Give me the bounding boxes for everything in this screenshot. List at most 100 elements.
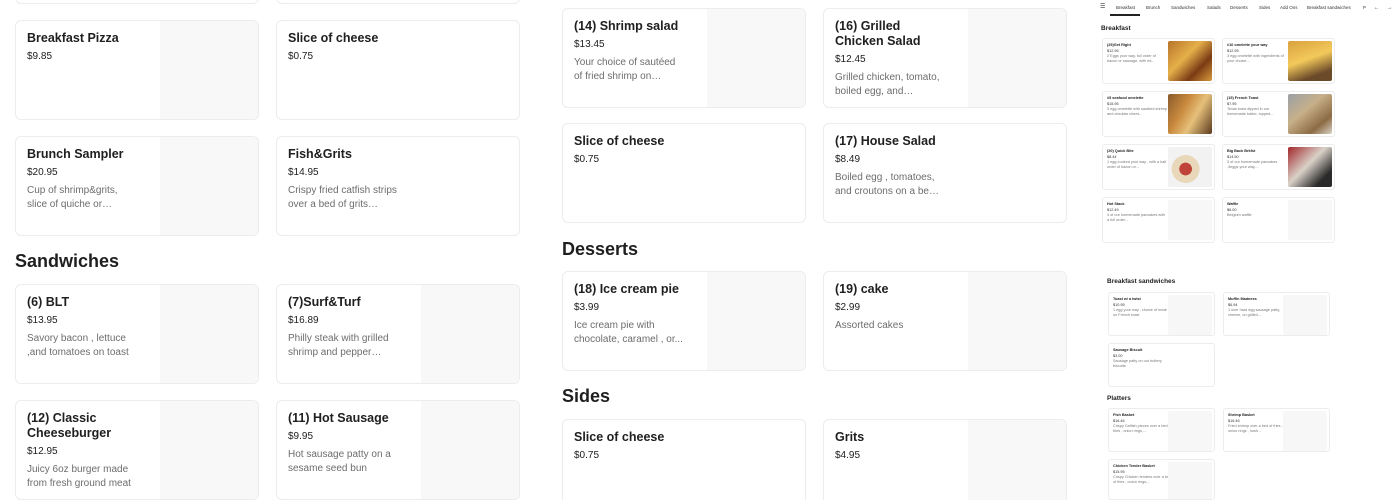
menu-item-card[interactable]: Slice of cheese $0.75: [562, 123, 806, 223]
item-image: [968, 9, 1066, 107]
menu-item-card[interactable]: Hot Stack $12.49 4 of our homemade pancake…: [1102, 197, 1215, 243]
item-image: [1288, 147, 1332, 187]
item-image: [1168, 94, 1212, 134]
item-title: Hot Stack: [1107, 202, 1125, 206]
item-price: $14.95: [288, 167, 319, 178]
menu-item-card[interactable]: Chicken Tender Basket $15.95 Crispy Chicke…: [1108, 459, 1215, 500]
menu-item-card[interactable]: Muffin Madness $6.94 1 over hard egg sausa…: [1223, 292, 1330, 336]
item-price: $0.75: [574, 154, 600, 165]
category-nav: ☰ Breakfast Brunch Sandwiches Salads Des…: [1096, 0, 1400, 16]
item-price: $0.75: [288, 51, 314, 62]
item-description: Philly steak with grilled shrimp and pep…: [288, 333, 389, 358]
menu-item-card[interactable]: (17) House Salad $8.49 Boiled egg , toma…: [823, 123, 1067, 223]
menu-item-card[interactable]: (11) Hot Sausage $9.95 Hot sausage patty…: [276, 400, 520, 500]
item-description: Hot sausage patty on a sesame seed bun: [288, 449, 391, 474]
section-heading: Sandwiches: [15, 251, 120, 271]
item-title: (15) French Toast: [1227, 96, 1259, 100]
tab-add-ons[interactable]: Add Ons: [1280, 5, 1298, 10]
item-title: Fish Basket: [1113, 413, 1135, 417]
item-description: Assorted cakes: [835, 320, 904, 331]
menu-item-card[interactable]: #10 omelette your way $12.95 3 egg omelett…: [1222, 38, 1335, 84]
item-title: Sausage Biscuit: [1113, 348, 1143, 352]
item-price: $4.95: [835, 450, 861, 461]
section-heading: Sides: [562, 386, 611, 406]
item-price: $7.95: [1227, 101, 1237, 106]
item-title: (18) Ice cream pie: [574, 282, 679, 296]
tab-breakfast-sandwiches[interactable]: Breakfast sandwiches: [1307, 5, 1351, 10]
menu-item-card[interactable]: Fish&Grits $14.95 Crispy fried catfish s…: [276, 136, 520, 236]
item-description: 2 Eggs your way, full order of bacon or …: [1107, 54, 1156, 63]
menu-item-card[interactable]: [276, 0, 520, 4]
item-price: $20.95: [27, 167, 58, 178]
menu-item-card[interactable]: (25)Get Right $12.95 2 Eggs your way, full…: [1102, 38, 1215, 84]
menu-item-card[interactable]: Brunch Sampler $20.95 Cup of shrimp&grit…: [15, 136, 259, 236]
item-description: Texas toast dipped in our homemade batte…: [1227, 107, 1274, 116]
item-description: Cup of shrimp&grits, slice of quiche or …: [27, 185, 118, 210]
item-title: Slice of cheese: [574, 430, 665, 444]
item-price: $12.95: [1227, 48, 1239, 53]
active-tab-indicator: [1110, 14, 1140, 16]
menu-item-card[interactable]: (7)Surf&Turf $16.89 Philly steak with gr…: [276, 284, 520, 384]
menu-item-card[interactable]: (18) Ice cream pie $3.99 Ice cream pie w…: [562, 271, 806, 371]
menu-item-card[interactable]: Fish Basket $16.46 Crispy Catfish pieces o…: [1108, 408, 1215, 452]
menu-item-card[interactable]: (6) BLT $13.95 Savory bacon , lettuce ,a…: [15, 284, 259, 384]
item-title: Slice of cheese: [574, 134, 665, 148]
menu-item-card[interactable]: Big Back Brkfst $14.50 3 of our homemade p…: [1222, 144, 1335, 190]
item-image: [968, 420, 1066, 500]
menu-item-card[interactable]: (12) Classic Cheeseburger $12.95 Juicy 6…: [15, 400, 259, 500]
item-description: Boiled egg , tomatoes, and croutons on a…: [835, 172, 935, 197]
menu-item-card[interactable]: Slice of cheese $0.75: [562, 419, 806, 500]
item-price: $12.95: [1107, 48, 1119, 53]
menu-item-card[interactable]: Shrimp Basket $16.46 Fried shrimp over a b…: [1223, 408, 1330, 452]
item-title: (19) cake: [835, 282, 889, 296]
tab-breakfast[interactable]: Breakfast: [1116, 5, 1135, 10]
item-image: [421, 401, 519, 499]
menu-item-card[interactable]: Grits $4.95: [823, 419, 1067, 500]
item-description: Belgium waffle: [1227, 213, 1252, 217]
item-image: [1168, 41, 1212, 81]
item-title: (20) Quick Bite: [1107, 149, 1134, 153]
tab-desserts[interactable]: Desserts: [1230, 5, 1248, 10]
menu-preview-panel: ☰ Breakfast Brunch Sandwiches Salads Des…: [1096, 0, 1400, 500]
item-title: Chicken Tender Basket: [1113, 464, 1155, 468]
item-price: $3.00: [1113, 353, 1123, 358]
item-title: (7)Surf&Turf: [288, 295, 361, 309]
tab-overflow[interactable]: P: [1363, 5, 1366, 10]
item-title: Big Back Brkfst: [1227, 149, 1256, 153]
menu-item-card[interactable]: Slice of cheese $0.75: [276, 20, 520, 120]
item-description: 3 egg omelette with sautéed shrimp and c…: [1107, 107, 1167, 116]
item-price: $10.95: [1113, 302, 1125, 307]
item-description: Ice cream pie with chocolate, caramel , …: [574, 320, 683, 345]
tab-brunch[interactable]: Brunch: [1146, 5, 1160, 10]
tab-sides[interactable]: Sides: [1259, 5, 1270, 10]
item-price: $9.85: [27, 51, 53, 62]
left-panel: Breakfast Pizza $9.85 Slice of cheese $0…: [0, 0, 540, 500]
item-description: 3 of our homemade pancakes ,3eggs your w…: [1227, 160, 1278, 169]
item-description: Juicy 6oz burger made from fresh ground …: [27, 464, 131, 489]
scroll-left-icon[interactable]: ←: [1373, 5, 1380, 12]
menu-item-card[interactable]: Toast w/ a twist $10.95 1 egg your way , c…: [1108, 292, 1215, 336]
item-title: Brunch Sampler: [27, 147, 124, 161]
item-image: [1288, 41, 1332, 81]
item-image: [1168, 462, 1212, 499]
menu-item-card[interactable]: (15) French Toast $7.95 Texas toast dipped…: [1222, 91, 1335, 137]
tab-salads[interactable]: Salads: [1207, 5, 1221, 10]
item-title: (25)Get Right: [1107, 43, 1131, 47]
item-price: $8.49: [835, 154, 861, 165]
menu-list-icon[interactable]: ☰: [1100, 3, 1105, 10]
item-image: [1168, 295, 1212, 335]
menu-item-card[interactable]: (14) Shrimp salad $13.45 Your choice of …: [562, 8, 806, 108]
section-heading: Breakfast: [1101, 25, 1131, 32]
menu-item-card[interactable]: (20) Quick Bite $8.44 1 egg cooked your wa…: [1102, 144, 1215, 190]
item-price: $9.95: [288, 431, 314, 442]
menu-item-card[interactable]: #5 seafood omelette $15.95 3 egg omelette …: [1102, 91, 1215, 137]
menu-item-card[interactable]: Breakfast Pizza $9.85: [15, 20, 259, 120]
menu-item-card[interactable]: (16) Grilled Chicken Salad $12.45 Grille…: [823, 8, 1067, 108]
tab-sandwiches[interactable]: Sandwiches: [1171, 5, 1195, 10]
item-description: Crispy Catfish pieces over a bed of frie…: [1113, 424, 1172, 433]
menu-item-card[interactable]: (19) cake $2.99 Assorted cakes: [823, 271, 1067, 371]
scroll-right-icon[interactable]: →: [1386, 5, 1393, 12]
menu-item-card[interactable]: Waffle $6.00 Belgium waffle: [1222, 197, 1335, 243]
menu-item-card[interactable]: Sausage Biscuit $3.00 Sausage patty on our…: [1108, 343, 1215, 387]
menu-item-card[interactable]: [15, 0, 259, 4]
